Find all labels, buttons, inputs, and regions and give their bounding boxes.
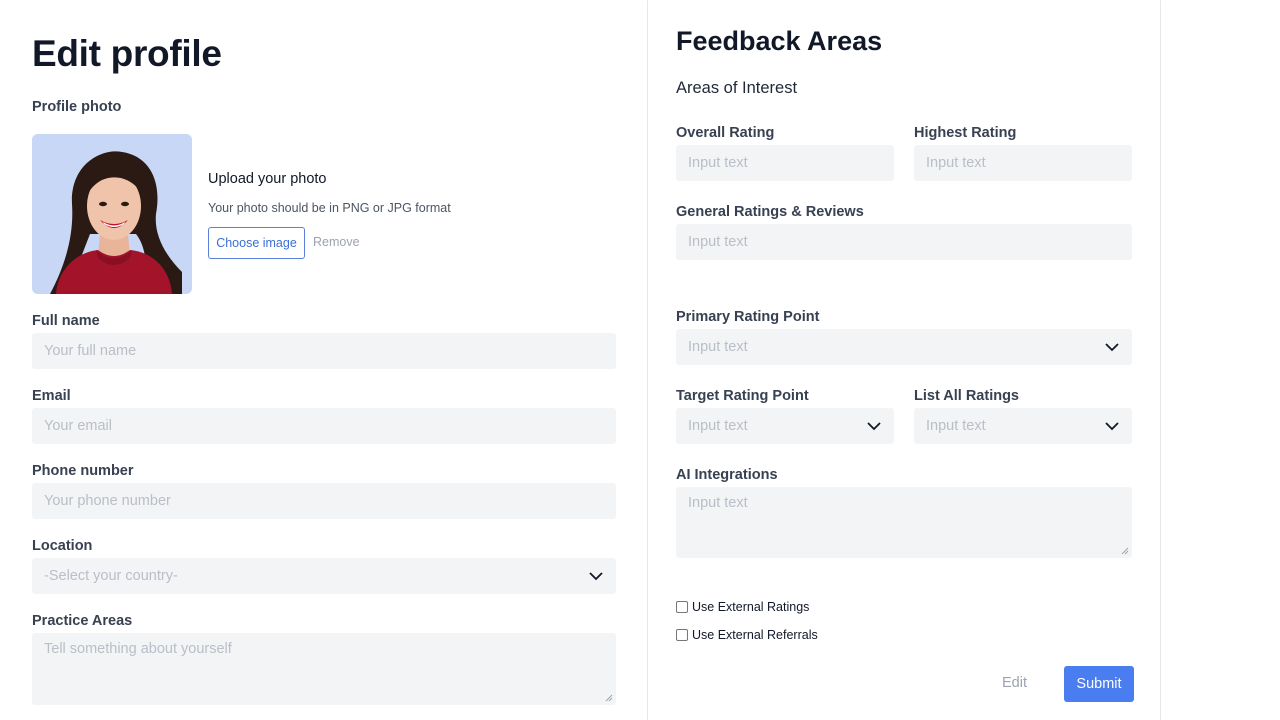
practice-areas-label: Practice Areas xyxy=(32,613,133,629)
phone-input[interactable] xyxy=(32,483,616,519)
primary-rating-label: Primary Rating Point xyxy=(676,309,820,325)
full-name-label: Full name xyxy=(32,313,100,329)
email-input[interactable] xyxy=(32,408,616,444)
full-name-field xyxy=(32,333,616,369)
phone-field xyxy=(32,483,616,519)
external-referrals-checkbox[interactable] xyxy=(676,629,688,641)
chevron-down-icon xyxy=(1105,343,1119,352)
chevron-down-icon xyxy=(1105,422,1119,431)
practice-areas-textarea[interactable] xyxy=(32,633,616,705)
list-all-ratings-label: List All Ratings xyxy=(914,388,1019,404)
chevron-down-icon xyxy=(867,422,881,431)
upload-hint: Your photo should be in PNG or JPG forma… xyxy=(208,201,451,215)
email-field xyxy=(32,408,616,444)
highest-rating-input[interactable] xyxy=(914,145,1132,181)
full-name-input[interactable] xyxy=(32,333,616,369)
overall-rating-label: Overall Rating xyxy=(676,125,775,141)
general-ratings-label: General Ratings & Reviews xyxy=(676,204,864,220)
page-title: Edit profile xyxy=(32,33,222,74)
ai-integrations-label: AI Integrations xyxy=(676,467,778,483)
avatar xyxy=(32,134,192,294)
general-ratings-input[interactable] xyxy=(676,224,1132,260)
external-ratings-label: Use External Ratings xyxy=(692,600,810,614)
submit-button[interactable]: Submit xyxy=(1064,666,1134,702)
ai-integrations-textarea[interactable] xyxy=(676,487,1132,558)
phone-label: Phone number xyxy=(32,463,134,479)
resize-grip-icon[interactable] xyxy=(1119,545,1129,555)
remove-photo-button[interactable]: Remove xyxy=(313,235,360,249)
highest-rating-label: Highest Rating xyxy=(914,125,1017,141)
external-referrals-option: Use External Referrals xyxy=(676,628,818,642)
edit-button[interactable]: Edit xyxy=(1002,675,1027,691)
target-rating-select[interactable]: Input text xyxy=(676,408,894,444)
general-ratings-field xyxy=(676,224,1132,260)
profile-photo-label: Profile photo xyxy=(32,99,122,115)
overall-rating-field xyxy=(676,145,894,181)
target-rating-label: Target Rating Point xyxy=(676,388,809,404)
choose-image-button[interactable]: Choose image xyxy=(208,227,305,259)
location-select[interactable]: -Select your country- xyxy=(32,558,616,594)
list-all-ratings-select[interactable]: Input text xyxy=(914,408,1132,444)
primary-rating-value: Input text xyxy=(688,339,748,355)
target-rating-value: Input text xyxy=(688,418,748,434)
location-label: Location xyxy=(32,538,93,554)
resize-grip-icon[interactable] xyxy=(603,692,613,702)
areas-of-interest-subtitle: Areas of Interest xyxy=(676,79,798,97)
email-label: Email xyxy=(32,388,71,404)
chevron-down-icon xyxy=(589,572,603,581)
upload-title: Upload your photo xyxy=(208,171,327,187)
external-ratings-checkbox[interactable] xyxy=(676,601,688,613)
overall-rating-input[interactable] xyxy=(676,145,894,181)
highest-rating-field xyxy=(914,145,1132,181)
location-selected-value: -Select your country- xyxy=(44,568,178,584)
feedback-title: Feedback Areas xyxy=(676,26,883,56)
primary-rating-select[interactable]: Input text xyxy=(676,329,1132,365)
list-all-ratings-value: Input text xyxy=(926,418,986,434)
ai-integrations-field xyxy=(676,487,1132,558)
external-referrals-label: Use External Referrals xyxy=(692,628,818,642)
practice-areas-field xyxy=(32,633,616,705)
external-ratings-option: Use External Ratings xyxy=(676,600,809,614)
profile-photo xyxy=(32,134,192,294)
